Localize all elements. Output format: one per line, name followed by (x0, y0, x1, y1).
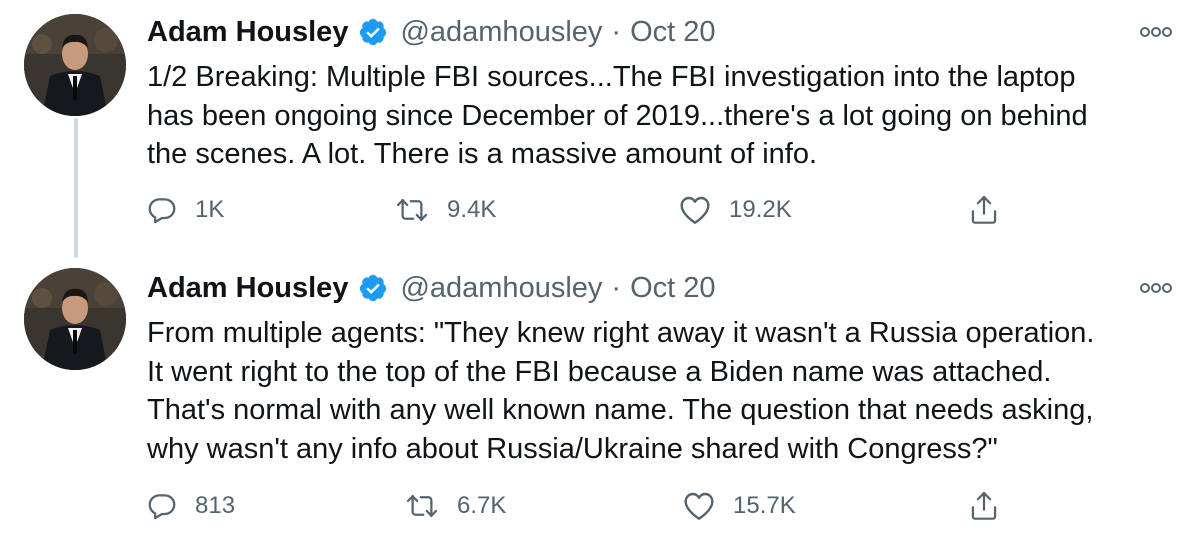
more-options-icon[interactable] (1138, 278, 1174, 298)
author-handle[interactable]: @adamhousley (400, 16, 602, 49)
tweet-text-line: 1/2 Breaking: Multiple FBI sources...The… (147, 61, 1076, 93)
verified-badge-icon (358, 17, 388, 47)
like-count: 19.2K (729, 196, 792, 223)
like-button[interactable]: 15.7K (683, 488, 796, 524)
share-button[interactable] (969, 488, 1017, 524)
author-name[interactable]: Adam Housley (147, 16, 348, 49)
verified-badge-icon (358, 273, 388, 303)
header-separator: · (611, 271, 622, 304)
like-button[interactable]: 19.2K (679, 192, 792, 228)
share-button[interactable] (969, 192, 1017, 228)
author-name[interactable]: Adam Housley (147, 272, 348, 305)
reply-icon (148, 198, 176, 224)
reply-count: 813 (195, 492, 236, 519)
heart-icon (684, 492, 714, 520)
tweet-text-line: has been ongoing since December of 2019.… (147, 99, 1088, 132)
thread-connector-line (74, 118, 78, 258)
author-handle[interactable]: @adamhousley (400, 272, 602, 305)
heart-icon (680, 196, 710, 224)
tweet-text-line: That's normal with any well known name. … (147, 394, 1094, 426)
reply-count: 1K (195, 196, 225, 223)
reply-icon (148, 494, 176, 520)
tweet-text: From multiple agents: "They knew right a… (147, 314, 1177, 468)
retweet-icon (406, 494, 438, 518)
tweet-text-line: It went right to the top of the FBI beca… (147, 355, 1052, 388)
retweet-count: 6.7K (457, 492, 507, 519)
tweet-text: 1/2 Breaking: Multiple FBI sources...The… (147, 58, 1177, 174)
like-count: 15.7K (733, 492, 796, 519)
retweet-button[interactable]: 9.4K (395, 192, 496, 228)
retweet-button[interactable]: 6.7K (405, 488, 506, 524)
share-icon (971, 491, 997, 520)
tweet-text-line: the scenes. A lot. There is a massive am… (147, 138, 818, 170)
reply-button[interactable]: 813 (147, 488, 235, 524)
tweet-header: Adam Housley @adamhousley · Oct 20 (147, 12, 716, 52)
tweet-date[interactable]: Oct 20 (630, 16, 715, 49)
header-separator: · (611, 15, 622, 48)
share-icon (971, 195, 997, 224)
avatar[interactable] (24, 268, 126, 370)
retweet-count: 9.4K (447, 196, 497, 223)
avatar[interactable] (24, 14, 126, 116)
tweet-actions: 813 6.7K 15.7K (147, 488, 1007, 524)
retweet-icon (396, 198, 428, 222)
tweet-text-line: From multiple agents: "They knew right a… (147, 317, 1095, 349)
tweet-header: Adam Housley @adamhousley · Oct 20 (147, 268, 716, 308)
tweet-text-line: why wasn't any info about Russia/Ukraine… (147, 432, 998, 465)
tweet-actions: 1K 9.4K 19.2K (147, 192, 1007, 228)
reply-button[interactable]: 1K (147, 192, 224, 228)
tweet-date[interactable]: Oct 20 (630, 272, 715, 305)
more-options-icon[interactable] (1138, 22, 1174, 42)
